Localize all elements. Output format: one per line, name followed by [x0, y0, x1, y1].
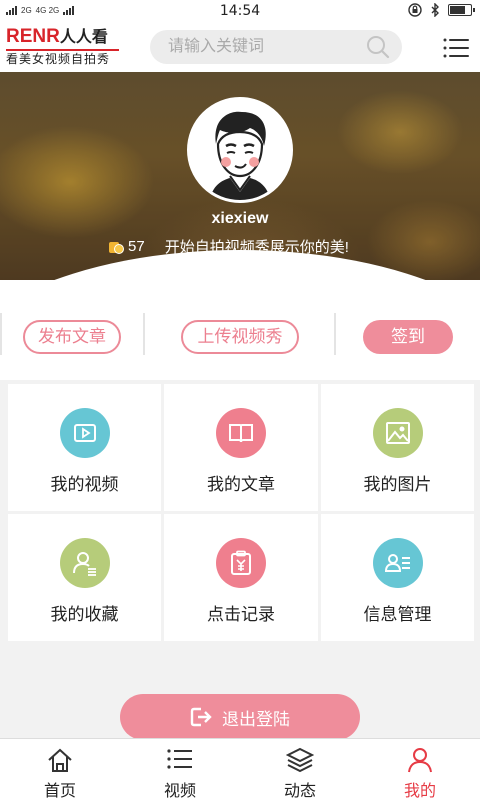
- book-icon: [216, 408, 266, 458]
- lock-rotation-icon: [408, 3, 422, 17]
- person-icon: [408, 748, 432, 773]
- logo-brand-cn: 人人看: [59, 29, 108, 46]
- logo-tagline: 看美女视频自拍秀: [6, 49, 119, 67]
- tab-label: 视频: [163, 783, 196, 800]
- tab-me[interactable]: 我的: [360, 739, 480, 800]
- battery-icon: [448, 4, 475, 16]
- bluetooth-icon: [431, 3, 439, 17]
- grid-item-label: 我的视频: [50, 475, 119, 494]
- avatar[interactable]: [187, 97, 293, 203]
- grid-item-label: 点击记录: [207, 605, 275, 624]
- divider: [143, 313, 145, 355]
- app-header: RENR人人看 看美女视频自拍秀: [0, 24, 480, 72]
- status-bar: 2G 4G 2G 14:54: [0, 0, 480, 24]
- menu-icon[interactable]: [442, 34, 470, 62]
- logo-brand: RENR: [6, 26, 60, 47]
- image-icon: [372, 408, 423, 458]
- profile-motto: 开始自拍视频秀展示你的美!: [164, 239, 349, 256]
- tab-feed[interactable]: 动态: [240, 739, 360, 800]
- feature-grid: 我的视频 我的文章 我的图片 我的收藏 点击记录 信息管理: [8, 384, 474, 641]
- grid-item-my-favorites[interactable]: 我的收藏: [8, 514, 161, 641]
- grid-item-label: 我的收藏: [50, 605, 119, 624]
- grid-item-label: 信息管理: [363, 605, 432, 624]
- clipboard-yen-icon: [216, 538, 266, 588]
- grid-item-info-management[interactable]: 信息管理: [321, 514, 474, 641]
- list-icon: [167, 749, 192, 769]
- search-bar: [150, 30, 402, 64]
- logout-icon: [190, 707, 212, 727]
- publish-article-button[interactable]: 发布文章: [23, 320, 121, 354]
- status-icons: [408, 3, 475, 17]
- divider: [334, 313, 336, 355]
- home-icon: [48, 748, 72, 772]
- tab-home[interactable]: 首页: [0, 739, 120, 800]
- tab-label: 动态: [283, 783, 316, 800]
- bottom-tab-bar: 首页 视频 动态 我的: [0, 738, 480, 800]
- profile-header: xiexiew 57 开始自拍视频秀展示你的美!: [0, 72, 480, 280]
- avatar-illustration: [190, 100, 290, 200]
- upload-video-button[interactable]: 上传视频秀: [181, 320, 299, 354]
- user-list-icon: [59, 538, 110, 588]
- check-in-button[interactable]: 签到: [363, 320, 453, 354]
- grid-item-label: 我的文章: [207, 475, 275, 494]
- logout-label: 退出登陆: [222, 709, 290, 729]
- grid-item-label: 我的图片: [363, 475, 432, 494]
- contact-card-icon: [372, 538, 423, 588]
- tab-label: 我的: [403, 783, 436, 800]
- username: xiexiew: [211, 210, 269, 227]
- search-icon[interactable]: [366, 35, 390, 59]
- app-logo[interactable]: RENR人人看 看美女视频自拍秀: [6, 27, 124, 67]
- layers-icon: [286, 747, 314, 773]
- grid-item-my-articles[interactable]: 我的文章: [164, 384, 318, 511]
- tab-label: 首页: [43, 783, 76, 800]
- grid-item-click-history[interactable]: 点击记录: [164, 514, 318, 641]
- divider: [0, 313, 2, 355]
- grid-item-my-videos[interactable]: 我的视频: [8, 384, 161, 511]
- coin-count: 57: [128, 238, 145, 255]
- logout-button[interactable]: 退出登陆: [120, 694, 360, 740]
- video-icon: [59, 408, 110, 458]
- search-input[interactable]: [168, 30, 358, 64]
- grid-item-my-images[interactable]: 我的图片: [321, 384, 474, 511]
- action-row: 发布文章 上传视频秀 签到: [0, 280, 480, 380]
- tab-videos[interactable]: 视频: [120, 739, 240, 800]
- profile-intro: 57 开始自拍视频秀展示你的美!: [108, 236, 349, 257]
- coin-icon: [109, 241, 124, 254]
